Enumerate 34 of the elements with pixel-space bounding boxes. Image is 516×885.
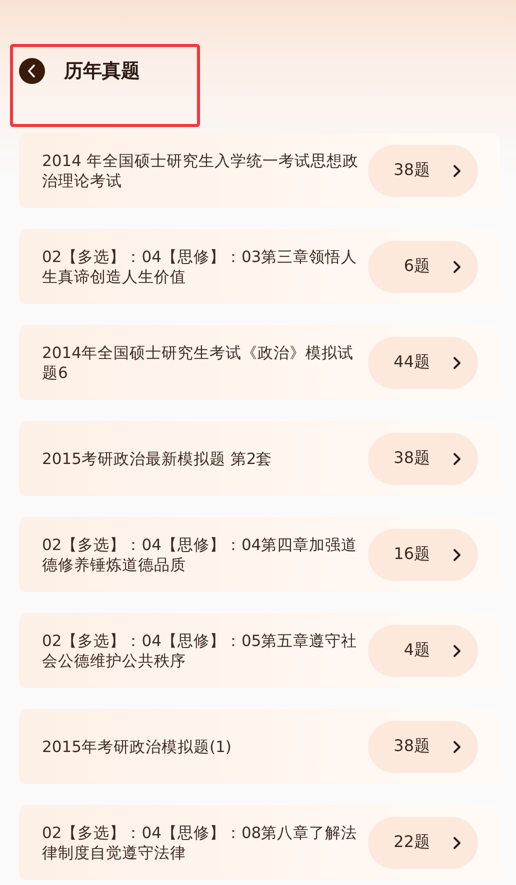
- question-count-button[interactable]: 4题: [368, 624, 478, 676]
- paper-title: 02【多选】：04【思修】：03第三章领悟人生真谛创造人生价值: [42, 246, 358, 286]
- paper-card[interactable]: 02【多选】：04【思修】：05第五章遵守社会公德维护公共秩序 4题: [19, 613, 500, 688]
- question-count-button[interactable]: 38题: [368, 144, 478, 196]
- chevron-right-icon: [452, 548, 462, 562]
- question-count-button[interactable]: 44题: [368, 336, 478, 388]
- back-icon[interactable]: [19, 58, 45, 84]
- paper-card[interactable]: 02【多选】：04【思修】：08第八章了解法律制度自觉遵守法律 22题: [19, 805, 500, 880]
- paper-card[interactable]: 2015考研政治最新模拟题 第2套 38题: [19, 421, 500, 496]
- chevron-right-icon: [452, 356, 462, 370]
- question-count-button[interactable]: 6题: [368, 240, 478, 292]
- chevron-right-icon: [452, 452, 462, 466]
- paper-title: 2015考研政治最新模拟题 第2套: [42, 448, 274, 468]
- paper-card[interactable]: 02【多选】：04【思修】：04第四章加强道德修养锤炼道德品质 16题: [19, 517, 500, 592]
- paper-title: 2014 年全国硕士研究生入学统一考试思想政治理论考试: [42, 150, 360, 190]
- paper-title: 02【多选】：04【思修】：04第四章加强道德修养锤炼道德品质: [42, 534, 358, 574]
- page-title: 历年真题: [64, 59, 140, 84]
- question-count-button[interactable]: 16题: [368, 528, 478, 580]
- paper-card[interactable]: 2014年全国硕士研究生考试《政治》模拟试题6 44题: [19, 325, 500, 400]
- chevron-right-icon: [452, 836, 462, 850]
- paper-title: 02【多选】：04【思修】：05第五章遵守社会公德维护公共秩序: [42, 630, 358, 670]
- paper-title: 2015年考研政治模拟题(1): [42, 736, 232, 756]
- paper-card[interactable]: 2014 年全国硕士研究生入学统一考试思想政治理论考试 38题: [19, 133, 500, 208]
- paper-card[interactable]: 2015年考研政治模拟题(1) 38题: [19, 709, 500, 784]
- question-count-button[interactable]: 38题: [368, 432, 478, 484]
- chevron-right-icon: [452, 260, 462, 274]
- question-count-button[interactable]: 22题: [368, 816, 478, 868]
- paper-title: 2014年全国硕士研究生考试《政治》模拟试题6: [42, 342, 354, 382]
- paper-card[interactable]: 02【多选】：04【思修】：03第三章领悟人生真谛创造人生价值 6题: [19, 229, 500, 304]
- chevron-right-icon: [452, 740, 462, 754]
- chevron-right-icon: [452, 164, 462, 178]
- chevron-right-icon: [452, 644, 462, 658]
- question-count-button[interactable]: 38题: [368, 720, 478, 772]
- paper-title: 02【多选】：04【思修】：08第八章了解法律制度自觉遵守法律: [42, 822, 358, 862]
